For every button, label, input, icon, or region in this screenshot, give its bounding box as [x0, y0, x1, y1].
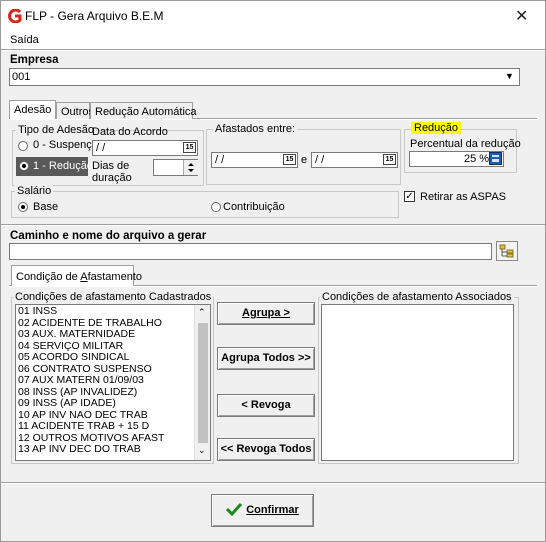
confirmar-button-label: Confirmar [246, 504, 299, 516]
app-logo-icon [8, 9, 22, 23]
spinner-arrows-icon[interactable] [184, 160, 198, 175]
reducao-label: Redução [411, 122, 462, 134]
list-item[interactable]: 07 AUX MATERN 01/09/03 [16, 374, 210, 387]
radio-contribuicao[interactable] [211, 202, 221, 212]
tab-reducao-label: Redução Automática [95, 106, 197, 118]
agrupa-button-label: Agrupa > [242, 307, 290, 319]
calendar-icon[interactable]: 15 [183, 142, 196, 153]
percentual-reducao-label: Percentual da redução [410, 138, 521, 150]
checkmark-icon [226, 502, 243, 517]
window-title: FLP - Gera Arquivo B.E.M [25, 9, 164, 23]
empresa-value: 001 [12, 71, 31, 83]
salario-group [11, 191, 399, 218]
list-item[interactable]: 03 AUX. MATERNIDADE [16, 328, 210, 341]
scrollbar-thumb[interactable] [198, 323, 208, 443]
revoga-button[interactable]: < Revoga [217, 394, 315, 417]
scrollbar[interactable]: ⌃ ⌄ [194, 305, 210, 460]
agrupa-todos-button[interactable]: Agrupa Todos >> [217, 347, 315, 370]
tab-adesao-label: Adesão [14, 104, 52, 116]
revoga-button-label: < Revoga [241, 399, 291, 411]
spinner[interactable] [183, 160, 198, 175]
revoga-todos-button[interactable]: << Revoga Todos [217, 438, 315, 461]
radio-suspencao[interactable] [18, 141, 28, 151]
divider [1, 482, 545, 484]
divider [1, 49, 545, 51]
tab-condicao-label-pre: Condição de [16, 271, 81, 283]
agrupa-todos-button-label: Agrupa Todos >> [221, 352, 311, 364]
afastados-from-value: / / [215, 154, 225, 166]
percentual-reducao-value: 25 % [464, 153, 490, 165]
close-icon[interactable]: ✕ [515, 6, 528, 25]
radio-reducao[interactable] [19, 161, 29, 171]
list-item[interactable]: 13 AP INV DEC DO TRAB [16, 443, 210, 456]
tab-condicao-afastamento[interactable]: Condição de Afastamento [11, 265, 142, 286]
cadastrados-list[interactable]: 01 INSS 02 ACIDENTE DE TRABALHO 03 AUX. … [15, 304, 211, 461]
scroll-up-icon[interactable]: ⌃ [198, 307, 206, 318]
menu-saida[interactable]: Saída [10, 34, 39, 46]
confirmar-button[interactable]: Confirmar [211, 494, 314, 527]
list-item[interactable]: 09 INSS (AP IDADE) [16, 397, 210, 410]
afastados-sep: e [301, 154, 308, 166]
caminho-field[interactable] [9, 243, 492, 260]
data-acordo-value: / / [96, 142, 106, 154]
empresa-select[interactable]: 001 ▼ [9, 68, 520, 86]
tipo-adesao-label: Tipo de Adesão [16, 124, 97, 136]
radio-base-label: Base [33, 201, 59, 213]
list-item[interactable]: 11 ACIDENTE TRAB + 15 D [16, 420, 210, 433]
empresa-label: Empresa [10, 54, 59, 66]
folder-tree-icon [499, 244, 514, 258]
revoga-todos-button-label: << Revoga Todos [220, 443, 312, 455]
retirar-aspas-label: Retirar as ASPAS [420, 191, 506, 203]
divider [1, 224, 545, 226]
tab-outros[interactable]: Outros [56, 102, 94, 119]
salario-label: Salário [15, 185, 54, 197]
cadastrados-label: Condições de afastamento Cadastrados [13, 291, 214, 303]
agrupa-button[interactable]: Agrupa > [217, 302, 315, 325]
calendar-icon[interactable]: 15 [283, 154, 296, 165]
associados-label: Condições de afastamento Associados [320, 291, 514, 303]
chevron-down-icon[interactable]: ▼ [505, 71, 514, 81]
list-item[interactable]: 01 INSS [16, 305, 210, 318]
tab-condicao-label-post: fastamento [87, 271, 142, 283]
folder-browse-button[interactable] [496, 241, 518, 261]
tab-adesao[interactable]: Adesão [9, 100, 56, 119]
radio-base[interactable] [18, 202, 28, 212]
list-item[interactable]: 05 ACORDO SINDICAL [16, 351, 210, 364]
calendar-icon[interactable]: 15 [383, 154, 396, 165]
associados-list[interactable] [321, 304, 514, 461]
cadastrados-items: 01 INSS 02 ACIDENTE DE TRABALHO 03 AUX. … [16, 305, 210, 456]
tab-reducao-automatica[interactable]: Redução Automática [90, 102, 197, 119]
caminho-label: Caminho e nome do arquivo a gerar [10, 230, 207, 242]
calculator-icon[interactable] [489, 152, 502, 165]
dias-duracao-label-1: Dias de [92, 160, 130, 172]
data-acordo-label: Data do Acordo [92, 126, 168, 138]
afastados-to-value: / / [315, 154, 325, 166]
tab-condicao-label-key: A [80, 271, 88, 283]
dias-duracao-label-2: duração [92, 172, 132, 184]
radio-contribuicao-label: Contribuição [223, 201, 285, 213]
radio-reducao-label: 1 - Redução [33, 160, 93, 172]
afastados-label: Afastados entre: [213, 123, 298, 135]
menu-bar [1, 31, 545, 49]
scroll-down-icon[interactable]: ⌄ [198, 445, 206, 456]
retirar-aspas-checkbox[interactable]: ✓ [404, 191, 415, 202]
